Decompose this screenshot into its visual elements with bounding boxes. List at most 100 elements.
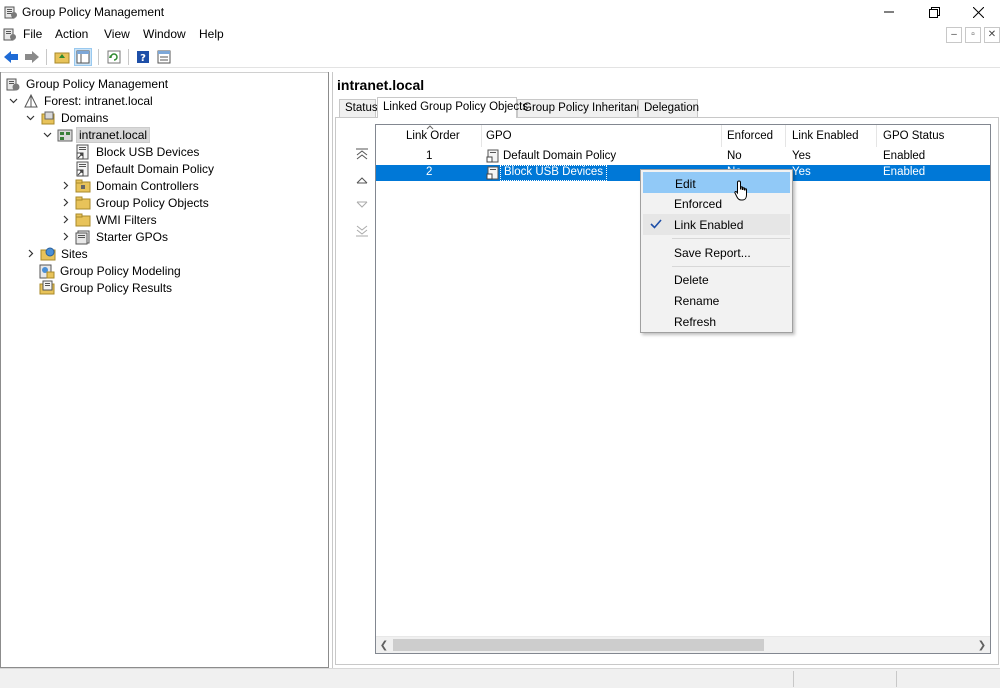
chevron-right-icon[interactable] (24, 248, 36, 260)
tree-node-sites[interactable]: Sites (24, 245, 90, 262)
hand-cursor-icon (734, 180, 747, 201)
tab-linked-gpos[interactable]: Linked Group Policy Objects (377, 97, 528, 118)
menu-help[interactable]: Help (199, 27, 224, 41)
result-pane: intranet.local Status Linked Group Polic… (332, 72, 1000, 668)
svg-text:?: ? (140, 53, 146, 64)
tree-node-group-policy-objects[interactable]: Group Policy Objects (59, 194, 211, 211)
refresh-button[interactable] (105, 48, 123, 66)
menu-item-rename[interactable]: Rename (643, 290, 790, 311)
column-header-link-enabled[interactable]: Link Enabled (792, 125, 859, 147)
menu-bar: File Action View Window Help (0, 24, 1000, 45)
window-title: Group Policy Management (22, 5, 165, 19)
minimize-button[interactable] (866, 0, 912, 24)
tree-node-wmi-filters[interactable]: WMI Filters (59, 211, 159, 228)
sites-icon (40, 246, 56, 262)
gpmc-app-icon (4, 5, 18, 22)
help-icon: ? (137, 51, 149, 64)
help-button[interactable]: ? (134, 48, 152, 66)
move-bottom-icon (356, 225, 368, 237)
chevron-down-icon[interactable] (41, 129, 53, 141)
child-restore-button[interactable]: ▫ (965, 27, 981, 43)
menu-view[interactable]: View (104, 27, 130, 41)
close-icon (972, 6, 984, 18)
console-tree: Group Policy Management Forest: intranet… (0, 72, 329, 668)
cell-link-enabled: Yes (792, 166, 811, 178)
chevron-down-icon[interactable] (24, 112, 36, 124)
show-hide-tree-icon (76, 50, 90, 64)
move-down-button[interactable] (354, 197, 370, 213)
child-minimize-button[interactable]: – (946, 27, 962, 43)
menu-action[interactable]: Action (55, 27, 88, 41)
chevron-down-icon[interactable] (7, 95, 19, 107)
tree-node-gpo-link[interactable]: Default Domain Policy (75, 160, 216, 177)
horizontal-scrollbar[interactable]: ❮ ❯ (376, 636, 990, 653)
cell-gpo: Block USB Devices (500, 165, 608, 181)
menu-item-refresh[interactable]: Refresh (643, 311, 790, 332)
chevron-right-icon[interactable] (59, 197, 71, 209)
scroll-right-icon[interactable]: ❯ (975, 639, 989, 652)
refresh-icon (107, 50, 121, 64)
column-header-gpo-status[interactable]: GPO Status (883, 125, 944, 147)
cell-link-enabled: Yes (792, 150, 811, 162)
title-bar: Group Policy Management (0, 0, 1000, 24)
show-hide-tree-button[interactable] (74, 48, 92, 66)
gpmc-icon (5, 76, 21, 92)
tree-node-root[interactable]: Group Policy Management (5, 75, 170, 92)
move-down-icon (356, 201, 368, 208)
chevron-right-icon[interactable] (59, 231, 71, 243)
menu-item-delete[interactable]: Delete (643, 269, 790, 290)
back-icon (4, 51, 18, 63)
tree-node-forest[interactable]: Forest: intranet.local (7, 92, 155, 109)
page-title: intranet.local (337, 77, 425, 93)
mmc-document-icon[interactable] (3, 27, 17, 44)
restore-icon (928, 6, 940, 18)
chevron-right-icon[interactable] (59, 214, 71, 226)
close-button[interactable] (955, 0, 1000, 24)
properties-button[interactable] (155, 48, 173, 66)
menu-item-link-enabled[interactable]: Link Enabled (643, 214, 790, 235)
tree-node-starter-gpos[interactable]: Starter GPOs (59, 228, 170, 245)
move-up-button[interactable] (354, 172, 370, 188)
menu-item-enforced[interactable]: Enforced (643, 193, 790, 214)
chevron-right-icon[interactable] (59, 180, 71, 192)
tab-inheritance[interactable]: Group Policy Inheritance (517, 99, 649, 117)
cell-enforced: No (727, 150, 742, 162)
move-to-bottom-button[interactable] (354, 223, 370, 239)
folder-icon (75, 212, 91, 228)
cell-gpo-status: Enabled (883, 166, 926, 178)
up-folder-button[interactable] (53, 48, 71, 66)
context-menu: Edit Enforced Link Enabled Save Report..… (640, 169, 793, 333)
back-button[interactable] (2, 48, 20, 66)
tree-node-domains[interactable]: Domains (24, 109, 110, 126)
menu-file[interactable]: File (23, 27, 42, 41)
sort-ascending-icon (426, 125, 434, 130)
toolbar: ? (0, 46, 1000, 68)
menu-item-save-report[interactable]: Save Report... (643, 242, 790, 263)
child-close-button[interactable]: ✕ (984, 27, 1000, 43)
status-bar (0, 668, 1000, 688)
restore-button[interactable] (911, 0, 957, 24)
table-row[interactable]: 1 Default Domain Policy No Yes Enabled (376, 149, 990, 165)
tree-node-domain[interactable]: intranet.local (41, 126, 151, 143)
move-top-icon (356, 148, 368, 160)
tree-node-gpo-link[interactable]: Block USB Devices (75, 143, 201, 160)
cell-gpo-status: Enabled (883, 150, 926, 162)
move-to-top-button[interactable] (354, 146, 370, 162)
column-header-gpo[interactable]: GPO (486, 125, 512, 147)
scroll-left-icon[interactable]: ❮ (377, 639, 391, 652)
column-header-enforced[interactable]: Enforced (727, 125, 773, 147)
tab-delegation[interactable]: Delegation (638, 99, 699, 117)
domain-icon (57, 127, 73, 143)
menu-item-edit[interactable]: Edit (643, 172, 790, 193)
scrollbar-thumb[interactable] (393, 639, 764, 651)
tree-node-domain-controllers[interactable]: Domain Controllers (59, 177, 201, 194)
up-folder-icon (54, 52, 70, 64)
tab-status[interactable]: Status (339, 99, 378, 117)
move-up-icon (356, 177, 368, 184)
forward-button[interactable] (23, 48, 41, 66)
tree-node-results[interactable]: Group Policy Results (39, 279, 174, 296)
menu-window[interactable]: Window (143, 27, 186, 41)
starter-gpos-icon (75, 229, 91, 245)
tree-node-modeling[interactable]: Group Policy Modeling (39, 262, 183, 279)
properties-icon (157, 50, 171, 64)
